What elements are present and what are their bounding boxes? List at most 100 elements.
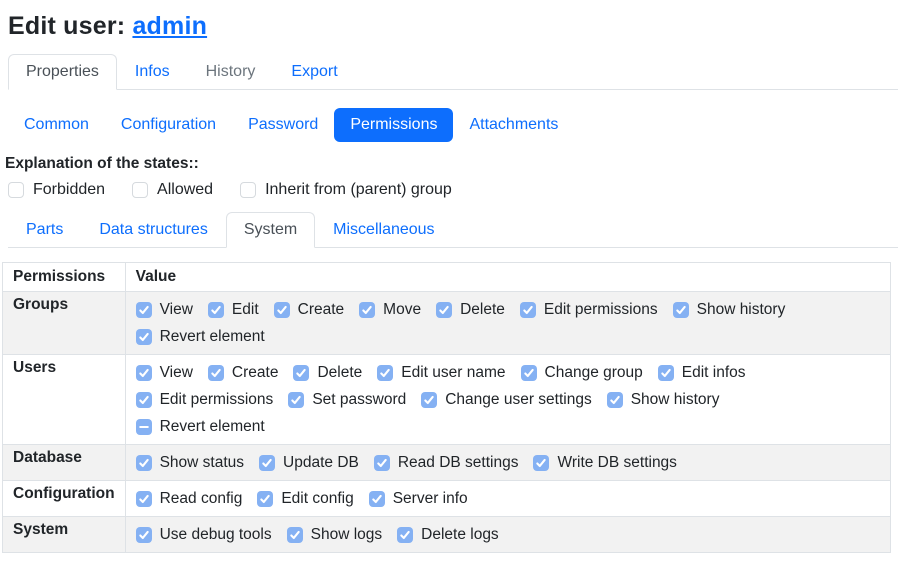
checkbox-checked-icon[interactable] — [369, 491, 385, 507]
permission-users-show-history[interactable]: Show history — [607, 391, 720, 409]
checkbox-checked-icon[interactable] — [520, 302, 536, 318]
permission-users-change-group[interactable]: Change group — [521, 364, 643, 382]
permission-database-read-db-settings[interactable]: Read DB settings — [374, 454, 519, 472]
permtab-miscellaneous[interactable]: Miscellaneous — [315, 212, 452, 248]
tab-infos[interactable]: Infos — [117, 54, 188, 90]
permission-users-edit-user-name[interactable]: Edit user name — [377, 364, 505, 382]
checkbox-checked-icon[interactable] — [533, 455, 549, 471]
permission-label: Show status — [160, 454, 244, 472]
permission-line: Edit permissions Set password Change user … — [136, 386, 880, 413]
pill-configuration[interactable]: Configuration — [105, 108, 232, 142]
permission-users-view[interactable]: View — [136, 364, 193, 382]
checkbox-checked-icon[interactable] — [293, 365, 309, 381]
permission-system-use-debug-tools[interactable]: Use debug tools — [136, 526, 272, 544]
permission-users-create[interactable]: Create — [208, 364, 279, 382]
permission-label: Change user settings — [445, 391, 591, 409]
permission-database-show-status[interactable]: Show status — [136, 454, 244, 472]
checkbox-checked-icon[interactable] — [374, 455, 390, 471]
permission-groups-edit[interactable]: Edit — [208, 301, 259, 319]
permission-users-delete[interactable]: Delete — [293, 364, 362, 382]
checkbox-checked-icon[interactable] — [421, 392, 437, 408]
permission-groups-show-history[interactable]: Show history — [673, 301, 786, 319]
permission-users-edit-infos[interactable]: Edit infos — [658, 364, 746, 382]
permission-groups-edit-permissions[interactable]: Edit permissions — [520, 301, 658, 319]
checkbox-checked-icon[interactable] — [136, 455, 152, 471]
table-row-database: DatabaseShow statusUpdate DBRead DB sett… — [3, 445, 891, 481]
checkbox-checked-icon[interactable] — [136, 392, 152, 408]
permission-groups-create[interactable]: Create — [274, 301, 345, 319]
checkbox-checked-icon[interactable] — [136, 365, 152, 381]
permission-tab-bar: PartsData structuresSystemMiscellaneous — [8, 212, 898, 248]
checkbox-checked-icon[interactable] — [274, 302, 290, 318]
permission-system-show-logs[interactable]: Show logs — [287, 526, 383, 544]
table-row-users: UsersViewCreateDeleteEdit user nameChang… — [3, 355, 891, 445]
permission-label: Delete — [317, 364, 362, 382]
permission-label: Server info — [393, 490, 468, 508]
permission-system-delete-logs[interactable]: Delete logs — [397, 526, 499, 544]
permission-label: Edit config — [281, 490, 353, 508]
permission-configuration-edit-config[interactable]: Edit config — [257, 490, 353, 508]
permission-groups-view[interactable]: View — [136, 301, 193, 319]
username-link[interactable]: admin — [132, 12, 207, 40]
checkbox-checked-icon[interactable] — [673, 302, 689, 318]
permission-line: Revert element — [136, 323, 880, 350]
permission-configuration-server-info[interactable]: Server info — [369, 490, 468, 508]
tab-export[interactable]: Export — [273, 54, 355, 90]
checkbox-checked-icon[interactable] — [658, 365, 674, 381]
pill-attachments[interactable]: Attachments — [453, 108, 574, 142]
permission-database-update-db[interactable]: Update DB — [259, 454, 359, 472]
checkbox-checked-icon[interactable] — [259, 455, 275, 471]
checkbox-checked-icon[interactable] — [436, 302, 452, 318]
permission-values-cell: Read config Edit config Server info — [125, 481, 890, 517]
page-title-prefix: Edit user: — [8, 12, 125, 40]
checkbox-checked-icon[interactable] — [136, 329, 152, 345]
permission-groups-delete[interactable]: Delete — [436, 301, 505, 319]
checkbox-checked-icon[interactable] — [136, 302, 152, 318]
permtab-system[interactable]: System — [226, 212, 315, 248]
permtab-data-structures[interactable]: Data structures — [81, 212, 225, 248]
checkbox-unchecked-icon[interactable] — [8, 182, 24, 198]
permission-label: Write DB settings — [557, 454, 676, 472]
tab-history[interactable]: History — [188, 54, 274, 90]
permtab-parts[interactable]: Parts — [8, 212, 81, 248]
checkbox-checked-icon[interactable] — [136, 491, 152, 507]
checkbox-checked-icon[interactable] — [397, 527, 413, 543]
permission-users-change-user-settings[interactable]: Change user settings — [421, 391, 591, 409]
checkbox-unchecked-icon[interactable] — [132, 182, 148, 198]
permission-label: Change group — [545, 364, 643, 382]
state-option-inherit-from-parent-group[interactable]: Inherit from (parent) group — [240, 181, 452, 199]
checkbox-checked-icon[interactable] — [607, 392, 623, 408]
checkbox-checked-icon[interactable] — [136, 527, 152, 543]
permission-database-write-db-settings[interactable]: Write DB settings — [533, 454, 676, 472]
checkbox-checked-icon[interactable] — [377, 365, 393, 381]
states-legend: Explanation of the states:: ForbiddenAll… — [5, 155, 906, 199]
checkbox-checked-icon[interactable] — [208, 365, 224, 381]
checkbox-checked-icon[interactable] — [288, 392, 304, 408]
checkbox-checked-icon[interactable] — [257, 491, 273, 507]
state-option-forbidden[interactable]: Forbidden — [8, 181, 105, 199]
states-legend-options: Forbidden Allowed Inherit from (parent) gr… — [8, 181, 906, 199]
pill-permissions[interactable]: Permissions — [334, 108, 453, 142]
permission-configuration-read-config[interactable]: Read config — [136, 490, 243, 508]
permission-line: Read config Edit config Server info — [136, 485, 880, 512]
permission-groups-move[interactable]: Move — [359, 301, 421, 319]
pill-common[interactable]: Common — [8, 108, 105, 142]
checkbox-checked-icon[interactable] — [521, 365, 537, 381]
tab-properties[interactable]: Properties — [8, 54, 117, 90]
checkbox-checked-icon[interactable] — [208, 302, 224, 318]
permission-label: Use debug tools — [160, 526, 272, 544]
state-option-allowed[interactable]: Allowed — [132, 181, 213, 199]
permission-users-edit-permissions[interactable]: Edit permissions — [136, 391, 274, 409]
permission-values-cell: Use debug tools Show logs Delete logs — [125, 517, 890, 553]
permission-users-set-password[interactable]: Set password — [288, 391, 406, 409]
permission-label: Delete logs — [421, 526, 499, 544]
permission-label: Update DB — [283, 454, 359, 472]
permission-label: Edit infos — [682, 364, 746, 382]
pill-password[interactable]: Password — [232, 108, 334, 142]
checkbox-checked-icon[interactable] — [359, 302, 375, 318]
permission-groups-revert-element[interactable]: Revert element — [136, 328, 265, 346]
checkbox-indeterminate-icon[interactable] — [136, 419, 152, 435]
checkbox-checked-icon[interactable] — [287, 527, 303, 543]
checkbox-unchecked-icon[interactable] — [240, 182, 256, 198]
permission-users-revert-element[interactable]: Revert element — [136, 418, 265, 436]
